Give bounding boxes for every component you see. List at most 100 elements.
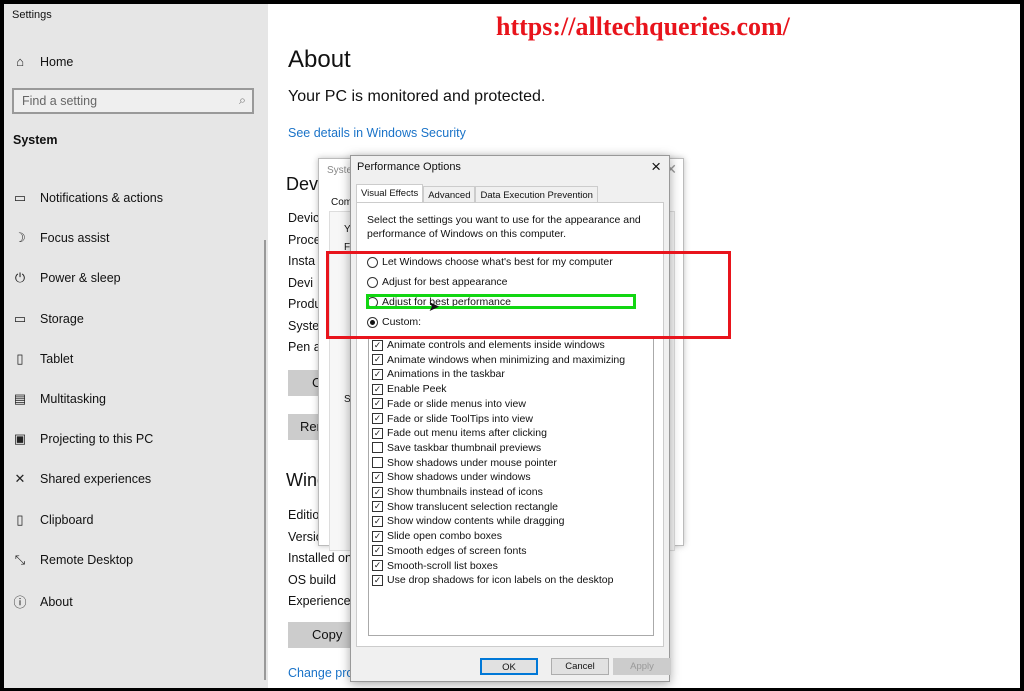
- remote-desktop-icon: ⤡: [14, 551, 26, 567]
- effect-label: Animate controls and elements inside win…: [387, 339, 605, 351]
- effect-label: Show shadows under windows: [387, 471, 531, 484]
- checkbox[interactable]: ✓: [372, 574, 383, 586]
- projecting-icon: ▣: [13, 431, 27, 447]
- effect-label: Enable Peek: [387, 383, 447, 396]
- sidebar-item-power-sleep[interactable]: ⏻ Power & sleep: [12, 270, 121, 286]
- sidebar-item-storage[interactable]: ▭ Storage: [12, 311, 84, 327]
- windows-security-link[interactable]: See details in Windows Security: [288, 126, 466, 140]
- sidebar-item-label: Projecting to this PC: [40, 432, 154, 447]
- shared-icon: ✕: [14, 471, 26, 487]
- checkbox[interactable]: ✓: [372, 398, 383, 410]
- sidebar-item-projecting-to-this-pc[interactable]: ▣ Projecting to this PC: [12, 431, 153, 447]
- sidebar-item-shared-experiences[interactable]: ✕ Shared experiences: [12, 471, 152, 487]
- effect-item[interactable]: ✓ Fade or slide menus into view: [372, 398, 526, 410]
- protection-status: Your PC is monitored and protected.: [288, 88, 546, 105]
- effect-item[interactable]: ✓ Use drop shadows for icon labels on the…: [372, 574, 613, 586]
- windows-spec-label: Installed on: [288, 551, 352, 565]
- sidebar-item-label: Notifications & actions: [40, 191, 163, 205]
- effect-item[interactable]: ✓ Slide open combo boxes: [372, 530, 502, 542]
- sidebar-item-remote-desktop[interactable]: ⤡ Remote Desktop: [12, 552, 133, 568]
- effect-label: Save taskbar thumbnail previews: [387, 441, 542, 454]
- sidebar-item-label: About: [40, 594, 73, 609]
- sidebar-item-label: Multitasking: [40, 392, 106, 406]
- tab-computer-name[interactable]: Com: [331, 197, 352, 208]
- checkbox[interactable]: ✓: [372, 339, 383, 351]
- checkbox[interactable]: ✓: [372, 413, 383, 424]
- sidebar-item-focus-assist[interactable]: ☽ Focus assist: [12, 230, 109, 246]
- search-input[interactable]: Find a setting ⌕: [12, 88, 254, 114]
- sidebar-item-label: Tablet: [40, 351, 74, 366]
- effect-item[interactable]: ✓ Smooth edges of screen fonts: [372, 545, 527, 557]
- checkbox[interactable]: ✓: [372, 530, 383, 542]
- effect-item[interactable]: ✓ Show thumbnails instead of icons: [372, 486, 543, 498]
- app-title: Settings: [12, 9, 52, 21]
- checkbox[interactable]: ✓: [372, 501, 383, 513]
- sidebar-item-label: Focus assist: [40, 231, 110, 246]
- effect-label: Show thumbnails instead of icons: [387, 486, 543, 498]
- checkbox[interactable]: ✓: [372, 471, 383, 483]
- sidebar-scrollbar[interactable]: [264, 240, 266, 680]
- effect-label: Show translucent selection rectangle: [387, 500, 559, 513]
- effect-item[interactable]: ✓ Animate windows when minimizing and max…: [372, 354, 625, 366]
- effect-label: Fade out menu items after clicking: [387, 427, 547, 440]
- sidebar-item-clipboard[interactable]: ▯ Clipboard: [12, 511, 93, 528]
- sidebar-item-multitasking[interactable]: ▤ Multitasking: [12, 391, 106, 407]
- effect-item[interactable]: ✓ Fade out menu items after clicking: [372, 427, 547, 439]
- cancel-button[interactable]: Cancel: [551, 658, 609, 675]
- effect-item[interactable]: ✓ Fade or slide ToolTips into view: [372, 413, 533, 425]
- checkbox[interactable]: [372, 457, 383, 469]
- notification-icon: ▭: [13, 190, 27, 205]
- section-heading: System: [13, 133, 58, 147]
- checkbox[interactable]: ✓: [372, 368, 383, 380]
- effect-label: Fade or slide ToolTips into view: [387, 412, 533, 425]
- effect-item[interactable]: ✓ Show shadows under windows: [372, 471, 531, 483]
- effect-item[interactable]: ✓ Show window contents while dragging: [372, 515, 564, 527]
- moon-icon: ☽: [14, 230, 26, 246]
- mouse-cursor-icon: ➤: [428, 298, 440, 314]
- close-icon[interactable]: ×: [651, 157, 661, 177]
- effect-item[interactable]: Show shadows under mouse pointer: [372, 457, 557, 469]
- checkbox[interactable]: ✓: [372, 486, 383, 498]
- info-icon: ⓘ: [13, 595, 27, 610]
- tablet-icon: ▯: [16, 350, 24, 366]
- effect-item[interactable]: ✓ Animations in the taskbar: [372, 368, 505, 380]
- device-spec-label: Devi: [288, 275, 314, 290]
- checkbox[interactable]: ✓: [372, 427, 383, 439]
- sidebar: Settings ⌂ Home Find a setting ⌕ System …: [4, 4, 268, 688]
- effect-item[interactable]: ✓ Smooth-scroll list boxes: [372, 560, 498, 572]
- checkbox[interactable]: ✓: [372, 560, 383, 571]
- sidebar-item-home[interactable]: ⌂ Home: [12, 54, 73, 69]
- sidebar-item-about[interactable]: ⓘ About: [12, 592, 73, 611]
- tab-visual-effects[interactable]: Visual Effects: [356, 184, 424, 204]
- effect-label: Use drop shadows for icon labels on the …: [387, 574, 614, 587]
- sidebar-item-label: Power & sleep: [40, 271, 121, 286]
- clipboard-icon: ▯: [16, 511, 24, 527]
- checkbox[interactable]: ✓: [372, 515, 383, 527]
- effect-item[interactable]: ✓ Enable Peek: [372, 383, 447, 395]
- effect-item[interactable]: Save taskbar thumbnail previews: [372, 442, 541, 454]
- search-icon[interactable]: ⌕: [239, 93, 246, 108]
- checkbox[interactable]: ✓: [372, 354, 383, 366]
- ok-button[interactable]: OK: [480, 658, 538, 675]
- device-spec-label: Insta: [288, 254, 316, 268]
- checkbox[interactable]: [372, 442, 383, 454]
- sidebar-item-label: Remote Desktop: [40, 552, 134, 567]
- search-placeholder: Find a setting: [22, 94, 98, 108]
- checkbox[interactable]: ✓: [372, 545, 383, 557]
- multitasking-icon: ▤: [13, 391, 27, 406]
- effect-item[interactable]: ✓ Show translucent selection rectangle: [372, 501, 558, 513]
- apply-button: Apply: [613, 658, 671, 675]
- change-product-key-link[interactable]: Change pro: [288, 666, 353, 680]
- sidebar-item-notifications-actions[interactable]: ▭ Notifications & actions: [12, 190, 163, 206]
- dialog-title: Syste: [327, 165, 353, 176]
- checkbox[interactable]: ✓: [372, 383, 383, 395]
- sidebar-item-tablet[interactable]: ▯ Tablet: [12, 351, 73, 367]
- sidebar-item-label: Shared experiences: [40, 472, 152, 487]
- sidebar-item-label: Home: [40, 54, 74, 69]
- effect-label: Fade or slide menus into view: [387, 397, 526, 410]
- effect-item[interactable]: ✓ Animate controls and elements inside wi…: [372, 339, 605, 351]
- windows-spec-label: OS build: [288, 572, 336, 587]
- storage-icon: ▭: [13, 310, 27, 326]
- performance-options-dialog: Performance Options × Visual Effects Adv…: [350, 155, 671, 682]
- power-icon: ⏻: [14, 270, 26, 286]
